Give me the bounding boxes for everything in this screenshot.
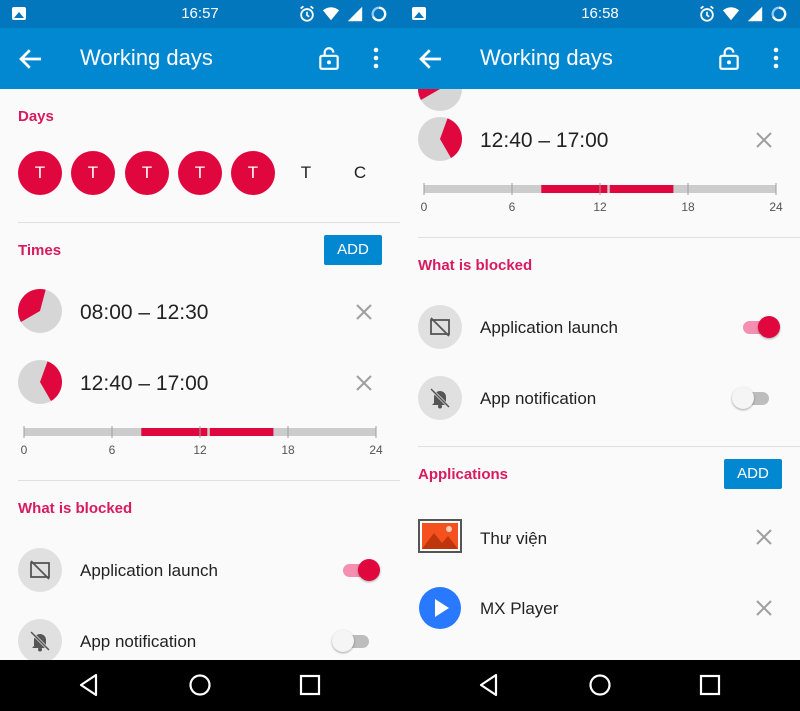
timeline-tick-label: 6 [508,200,516,214]
time-range-label: 12:40 – 17:00 [480,129,609,152]
time-pie-icon [18,360,62,404]
timeline-bar [23,426,377,438]
alarm-icon [300,5,314,22]
timeline-tick-label: 24 [769,200,783,214]
gallery-app-icon [418,519,462,553]
wifi-icon [322,7,340,21]
page-title: Working days [480,45,613,70]
day-toggle-3[interactable]: T [125,151,169,195]
status-bar: 16:57 [0,0,400,28]
application-launch-switch[interactable] [740,315,780,339]
lock-icon[interactable] [316,45,342,71]
remove-app-2-icon[interactable] [752,596,776,620]
add-application-button[interactable]: ADD [724,459,782,489]
screen-right: 16:58 Working days 12:40 – 17:00 0 6 12 18 2… [400,0,800,660]
time-pie-icon [418,89,462,111]
time-pie-icon [418,117,462,161]
nav-back-icon[interactable] [476,672,502,698]
day-toggle-4[interactable]: T [178,151,222,195]
timeline-blocked-segment [609,185,674,193]
back-arrow-icon[interactable] [16,44,46,74]
timeline-tick-label: 0 [420,200,428,214]
nav-home-icon[interactable] [587,672,613,698]
notifications-off-icon [418,376,462,420]
screen-left: 16:57 Working days Days T T T T T T C Ti… [0,0,400,660]
launch-blocked-icon [418,305,462,349]
more-vert-icon[interactable] [766,45,786,71]
alarm-icon [700,5,714,22]
timeline-tick-label: 18 [281,443,295,457]
timeline-tick-label: 18 [681,200,695,214]
divider [18,222,400,223]
timeline-tick-label: 0 [20,443,28,457]
application-name: MX Player [480,599,559,618]
add-time-button[interactable]: ADD [324,235,382,265]
day-toggle-2[interactable]: T [71,151,115,195]
mx-player-icon [419,587,461,629]
timeline-blocked-segment [141,428,208,436]
timeline-tick-label: 6 [108,443,116,457]
battery-progress-icon [371,6,387,22]
time-range-label: 08:00 – 12:30 [80,301,209,324]
lock-icon[interactable] [716,45,742,71]
system-nav-bar [0,660,800,711]
section-title-applications: Applications [418,466,509,483]
time-pie-icon [18,289,62,333]
day-toggle-1[interactable]: T [18,151,62,195]
settings-list: Days T T T T T T C Times ADD 08:00 – 12:… [0,89,400,660]
divider [418,237,800,238]
day-timeline: 0 6 12 18 24 [420,180,783,220]
section-title-blocked: What is blocked [18,500,133,517]
status-bar: 16:58 [400,0,800,28]
section-title-blocked: What is blocked [418,257,533,274]
battery-progress-icon [771,6,787,22]
back-arrow-icon[interactable] [416,44,446,74]
page-title: Working days [80,45,213,70]
app-bar: Working days [400,28,800,89]
signal-icon [747,6,763,22]
divider [18,480,400,481]
nav-recents-icon[interactable] [697,672,723,698]
launch-blocked-icon [18,548,62,592]
remove-time-1-icon[interactable] [352,300,376,324]
app-notification-switch[interactable] [732,386,772,410]
day-toggle-6[interactable]: T [284,151,328,195]
blocked-item-label: Application launch [480,318,618,337]
section-title-days: Days [18,108,54,125]
app-bar: Working days [0,28,400,89]
remove-app-1-icon[interactable] [752,525,776,549]
timeline-blocked-segment [209,428,274,436]
app-notification-switch[interactable] [332,629,372,653]
blocked-item-label: Application launch [80,561,218,580]
remove-time-2-icon[interactable] [352,371,376,395]
timeline-tick-label: 12 [193,443,207,457]
time-range-label: 12:40 – 17:00 [80,372,209,395]
day-toggle-5[interactable]: T [231,151,275,195]
wifi-icon [722,7,740,21]
day-toggle-7[interactable]: C [338,151,382,195]
notifications-off-icon [18,619,62,660]
timeline-bar [423,183,777,195]
timeline-blocked-segment [541,185,608,193]
nav-back-icon[interactable] [76,672,102,698]
application-name: Thư viện [480,529,548,548]
more-vert-icon[interactable] [366,45,386,71]
section-title-times: Times [18,242,62,259]
timeline-tick-label: 24 [369,443,383,457]
blocked-item-label: App notification [480,389,597,408]
nav-home-icon[interactable] [187,672,213,698]
day-timeline: 0 6 12 18 24 [20,423,383,463]
nav-recents-icon[interactable] [297,672,323,698]
application-launch-switch[interactable] [340,558,380,582]
divider [418,446,800,447]
blocked-item-label: App notification [80,632,197,651]
timeline-tick-label: 12 [593,200,607,214]
remove-time-2-icon[interactable] [752,128,776,152]
settings-list-scrolled: 12:40 – 17:00 0 6 12 18 24 What is blocked A… [400,89,800,660]
signal-icon [347,6,363,22]
